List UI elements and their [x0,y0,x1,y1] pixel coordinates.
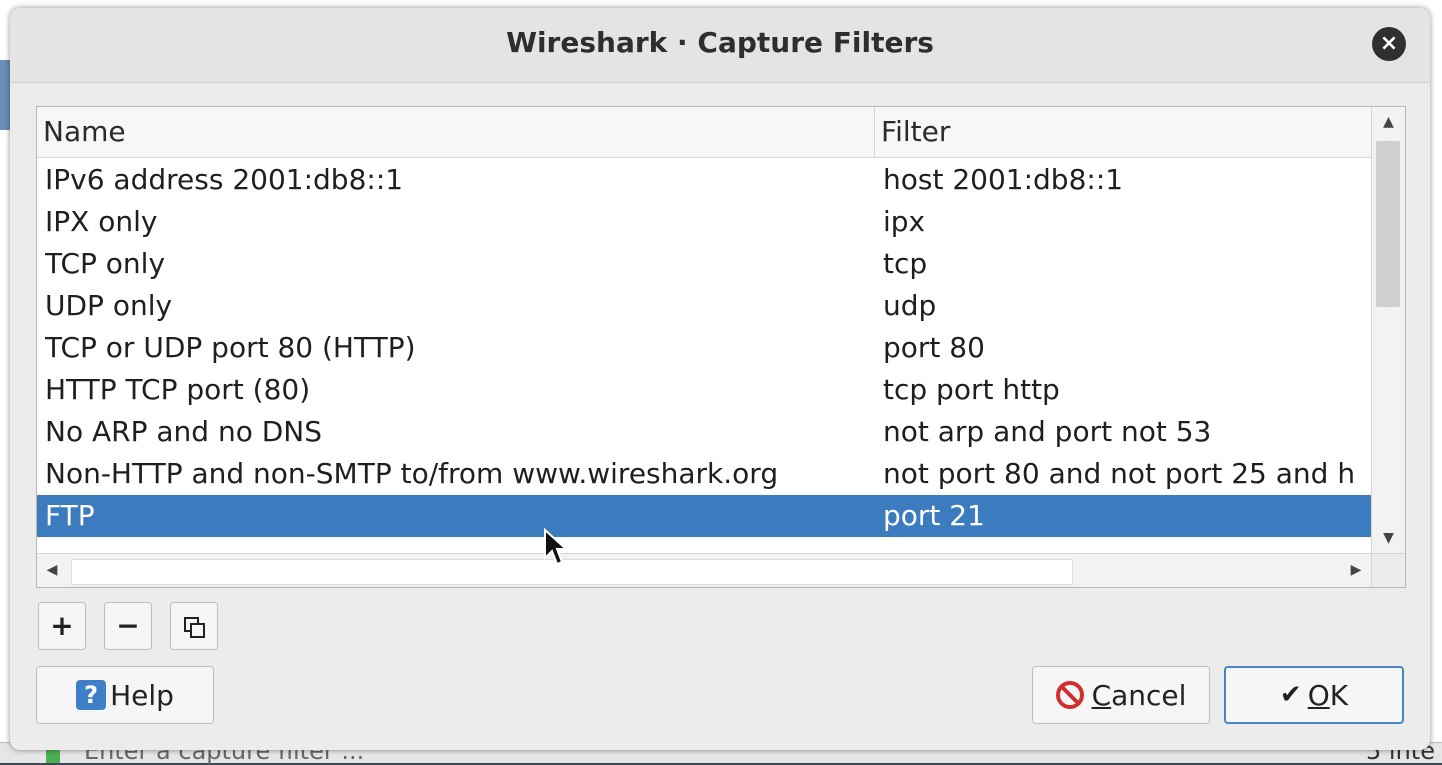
mouse-pointer-icon [544,528,567,566]
cell-name: TCP only [45,247,166,280]
minus-icon: − [116,609,140,642]
cell-name: Non-HTTP and non-SMTP to/from www.wiresh… [45,457,779,490]
cell-name: No ARP and no DNS [45,415,323,448]
cancel-icon [1055,681,1084,709]
table-row[interactable]: Non-HTTP and non-SMTP to/from www.wiresh… [37,453,1371,495]
checkmark-icon: ✔ [1279,680,1302,710]
scroll-corner [1371,553,1405,587]
cell-filter: udp [883,289,937,322]
scroll-left-arrow-icon[interactable]: ◀ [37,554,67,587]
vertical-scroll-thumb[interactable] [1376,141,1400,307]
cell-filter: not arp and port not 53 [883,415,1212,448]
cell-name: TCP or UDP port 80 (HTTP) [45,331,416,364]
table-row[interactable]: TCP or UDP port 80 (HTTP) port 80 [37,327,1371,369]
table-row[interactable]: UDP only udp [37,285,1371,327]
cell-filter: port 21 [883,499,985,532]
table-row[interactable]: TCP only tcp [37,243,1371,285]
table-row[interactable]: IPX only ipx [37,201,1371,243]
table-header: Name Filter [37,107,1371,158]
cell-name: IPv6 address 2001:db8::1 [45,163,404,196]
table-row[interactable]: HTTP TCP port (80) tcp port http [37,369,1371,411]
cell-name: FTP [45,499,95,532]
cancel-button[interactable]: Cancel [1032,666,1210,724]
cell-name: HTTP TCP port (80) [45,373,311,406]
column-header-filter[interactable]: Filter [875,107,1371,157]
ok-button[interactable]: ✔ OK [1224,666,1404,724]
add-filter-button[interactable]: + [38,602,86,650]
table-body: IPv6 address 2001:db8::1 host 2001:db8::… [37,159,1371,551]
copy-icon [184,617,205,638]
close-icon: × [1379,31,1399,56]
table-row-selected[interactable]: FTP port 21 [37,495,1371,537]
titlebar[interactable]: Wireshark · Capture Filters × [10,8,1430,83]
scroll-down-arrow-icon[interactable]: ▼ [1372,523,1405,553]
table-row[interactable]: IPv6 address 2001:db8::1 host 2001:db8::… [37,159,1371,201]
plus-icon: + [50,609,74,642]
copy-filter-button[interactable] [170,602,218,650]
remove-filter-button[interactable]: − [104,602,152,650]
cell-filter: host 2001:db8::1 [883,163,1124,196]
scroll-right-arrow-icon[interactable]: ▶ [1341,554,1371,587]
background-window-edge [0,60,10,130]
help-label: Help [110,678,174,712]
horizontal-scroll-thumb[interactable] [71,559,1073,585]
cell-filter: tcp [883,247,928,280]
cell-name: UDP only [45,289,173,322]
table-row[interactable]: No ARP and no DNS not arp and port not 5… [37,411,1371,453]
dialog-title: Wireshark · Capture Filters [506,26,934,59]
cell-name: IPX only [45,205,158,238]
cell-filter: port 80 [883,331,985,364]
cell-filter: tcp port http [883,373,1060,406]
horizontal-scrollbar[interactable]: ◀ ▶ [37,553,1371,587]
capture-filters-dialog: Wireshark · Capture Filters × Name Filte… [10,8,1430,750]
help-button[interactable]: ? Help [36,666,214,724]
column-header-name[interactable]: Name [37,107,875,157]
scroll-up-arrow-icon[interactable]: ▲ [1372,107,1405,137]
ok-label: OK [1307,678,1349,712]
filters-table: Name Filter IPv6 address 2001:db8::1 hos… [36,106,1406,588]
help-icon: ? [76,680,107,710]
cell-filter: ipx [883,205,926,238]
cell-filter: not port 80 and not port 25 and h [883,457,1356,490]
vertical-scrollbar[interactable]: ▲ ▼ [1371,107,1405,553]
close-button[interactable]: × [1372,27,1406,61]
cancel-label: Cancel [1091,678,1187,712]
